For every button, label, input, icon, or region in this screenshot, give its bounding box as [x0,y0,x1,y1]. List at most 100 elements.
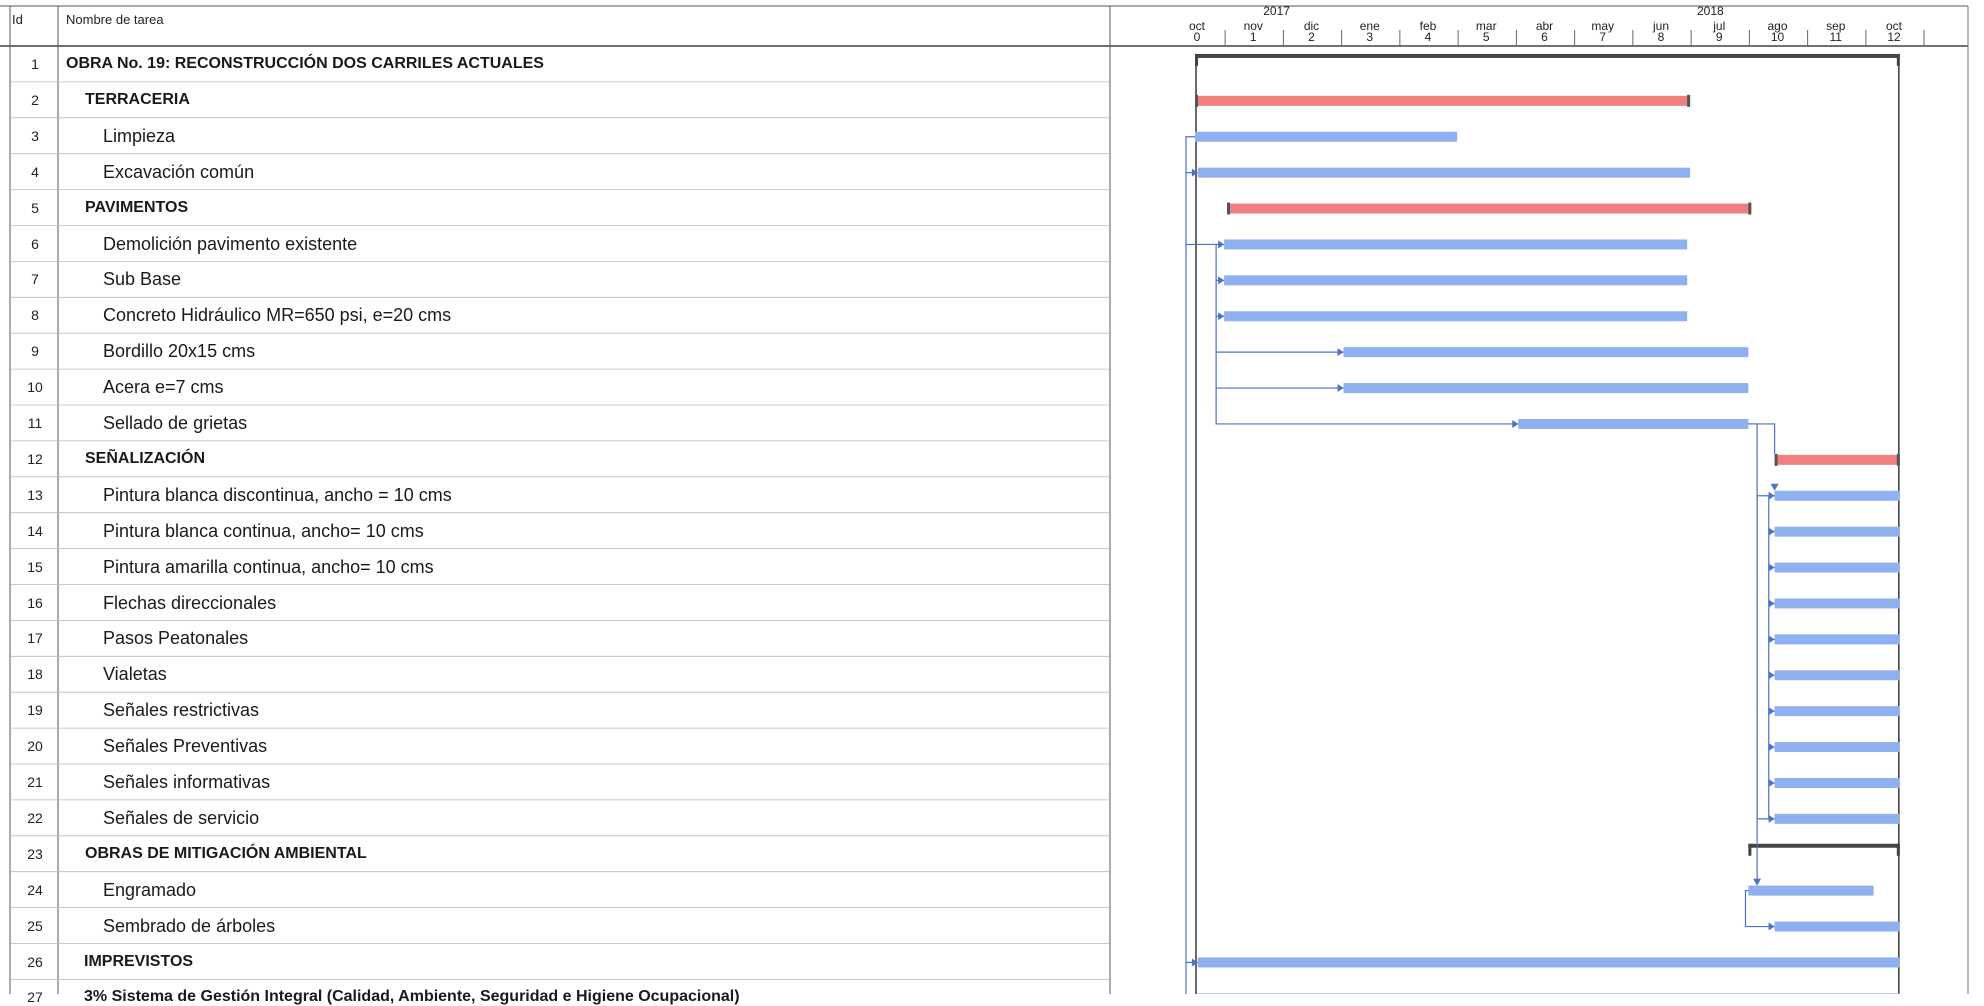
task-name[interactable]: Sub Base [103,269,181,290]
link-arrow [1191,168,1198,177]
task-bar [1197,957,1900,968]
task-name[interactable]: Pintura blanca continua, ancho= 10 cms [103,521,424,542]
task-id: 3 [31,127,39,144]
task-name[interactable]: Flechas direccionales [103,593,276,614]
task-name[interactable]: Bordillo 20x15 cms [103,341,255,362]
task-name[interactable]: Sellado de grietas [103,413,247,434]
task-id: 8 [31,307,39,324]
task-bar [1343,347,1749,358]
task-id: 25 [27,917,43,934]
task-id: 23 [27,845,43,862]
summary-bar-cap [1195,94,1198,107]
task-id: 5 [31,199,39,216]
task-id: 12 [27,450,43,467]
month-number: 0 [1193,30,1201,44]
task-id: 24 [27,881,43,898]
summary-bar [1195,95,1691,106]
task-name[interactable]: Excavación común [103,162,254,183]
task-name[interactable]: Sembrado de árboles [103,916,275,937]
task-id: 18 [27,666,43,683]
link-line [1215,244,1519,425]
task-id: 15 [27,558,43,575]
task-id: 26 [27,953,43,970]
task-id: 20 [27,738,43,755]
task-bar [1774,706,1900,717]
task-name[interactable]: Pasos Peatonales [103,628,248,649]
task-name[interactable]: Pintura blanca discontinua, ancho = 10 c… [103,485,452,506]
task-name[interactable]: PAVIMENTOS [85,199,188,217]
task-name[interactable]: OBRAS DE MITIGACIÓN AMBIENTAL [85,845,367,863]
link-arrow [1768,527,1775,536]
task-name[interactable]: Pintura amarilla continua, ancho= 10 cms [103,557,434,578]
task-name[interactable]: IMPREVISTOS [84,953,193,971]
month-number: 9 [1715,30,1723,44]
task-id: 2 [31,91,39,108]
task-id: 11 [27,415,43,431]
task-bar [1774,921,1900,932]
link-arrow [1218,276,1225,285]
task-name[interactable]: Limpieza [103,126,175,147]
link-arrow [1768,599,1775,608]
task-name[interactable]: Señales restrictivas [103,700,259,721]
month-number: 5 [1482,30,1490,44]
task-id: 17 [27,630,43,647]
summary-bar [1227,203,1752,214]
link-arrow [1768,671,1775,680]
month-number: 4 [1424,30,1432,44]
task-bar [1195,131,1458,142]
link-arrow [1753,878,1762,886]
summary-bar-cap [1896,453,1900,466]
link-arrow [1770,483,1779,491]
header-task-name: Nombre de tarea [66,12,164,27]
task-name[interactable]: Señales informativas [103,772,270,793]
task-name[interactable]: Demolición pavimento existente [103,234,357,255]
task-name[interactable]: OBRA No. 19: RECONSTRUCCIÓN DOS CARRILES… [66,55,544,73]
task-id: 10 [27,379,43,396]
task-bar [1343,383,1749,394]
task-name[interactable]: Señales Preventivas [103,736,267,757]
task-bar [1197,167,1691,178]
task-id: 14 [27,522,43,539]
task-id: 1 [31,56,39,72]
task-name[interactable]: Vialetas [103,664,167,685]
task-bar [1224,239,1688,250]
month-number: 2 [1308,30,1315,44]
link-arrow [1768,814,1775,823]
task-id: 4 [31,163,39,180]
link-arrow [1768,922,1775,931]
link-arrow [1337,348,1344,357]
task-id: 27 [27,989,43,1006]
task-name[interactable]: TERRACERIA [85,91,190,109]
project-bar [1748,843,1900,848]
year-label: 2018 [1697,4,1724,18]
link-line [1744,890,1775,928]
task-bar [1774,598,1900,609]
task-name[interactable]: Señales de servicio [103,808,259,829]
header-id: Id [12,12,23,27]
link-arrow [1768,743,1775,752]
month-number: 12 [1887,30,1901,44]
task-id: 21 [27,774,43,790]
summary-bar-cap [1687,94,1691,107]
link-arrow [1218,312,1225,321]
task-id: 6 [31,235,39,252]
task-name[interactable]: Concreto Hidráulico MR=650 psi, e=20 cms [103,305,451,326]
link-arrow [1768,778,1775,787]
project-bar-cap [1896,843,1900,856]
project-bar [1195,53,1900,58]
task-name[interactable]: Acera e=7 cms [103,377,224,398]
task-bar [1774,490,1900,501]
link-arrow [1768,491,1775,500]
link-arrow [1768,707,1775,716]
task-name[interactable]: 3% Sistema de Gestión Integral (Calidad,… [84,988,740,1006]
task-bar [1748,885,1874,896]
task-bar [1774,813,1900,824]
link-line [1748,423,1776,454]
task-bar [1518,418,1749,429]
task-bar [1774,670,1900,681]
task-name[interactable]: Engramado [103,880,196,901]
task-id: 7 [31,271,39,288]
task-name[interactable]: SEÑALIZACIÓN [85,450,205,468]
year-label: 2017 [1263,4,1290,18]
summary-bar-cap [1227,202,1231,215]
